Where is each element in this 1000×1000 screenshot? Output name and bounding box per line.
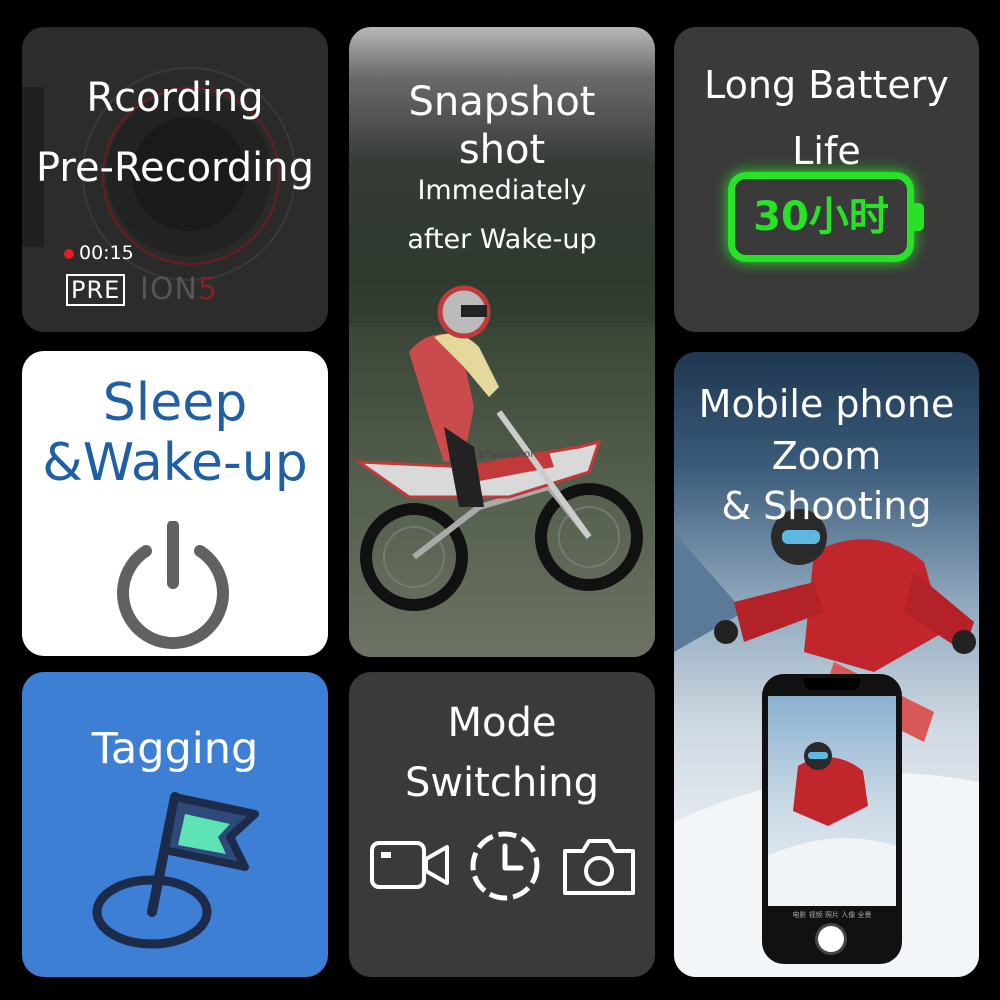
flag-pin-icon bbox=[92, 792, 259, 949]
recording-tile: Rcording Pre-Recording 00:15 PRE ION5 bbox=[22, 27, 328, 332]
recording-title-line2: Pre-Recording bbox=[35, 145, 315, 191]
snapshot-title-line1: Snapshot bbox=[408, 79, 596, 125]
battery-tile: Long Battery Life 30小时 bbox=[674, 27, 979, 332]
sleep-title-line2: &Wake-up bbox=[42, 433, 308, 493]
mode-title-line2: Switching bbox=[404, 760, 600, 806]
phone-preview-skier bbox=[768, 742, 896, 906]
photo-camera-icon bbox=[563, 839, 635, 895]
battery-value: 30小时 bbox=[753, 194, 889, 240]
snapshot-tile: physiopool Snapshot shot Immediately aft… bbox=[349, 27, 655, 657]
battery-tip bbox=[914, 203, 924, 231]
tagging-tile: Tagging bbox=[22, 672, 328, 977]
record-dot-icon bbox=[64, 248, 74, 259]
brand-logo: ION5 bbox=[140, 272, 218, 307]
pre-label: PRE bbox=[66, 274, 126, 306]
brand-number: 5 bbox=[197, 272, 218, 307]
battery-title-line2: Life bbox=[792, 129, 861, 173]
mobile-title-line3: & Shooting bbox=[721, 484, 932, 528]
mode-switching-tile: Mode Switching bbox=[349, 672, 655, 977]
recording-title-line1: Rcording bbox=[86, 75, 264, 121]
video-camera-icon bbox=[370, 841, 449, 889]
phone-screen bbox=[768, 696, 896, 906]
timer-text: 00:15 bbox=[79, 242, 134, 264]
recording-timer: 00:15 bbox=[64, 242, 134, 264]
phone-notch bbox=[804, 678, 860, 690]
mode-title-line1: Mode bbox=[447, 700, 557, 746]
timelapse-icon bbox=[470, 831, 540, 901]
tagging-title: Tagging bbox=[91, 724, 259, 774]
camera-mode-bar[interactable]: 电影 视频 照片 人像 全景 bbox=[768, 908, 896, 922]
smartphone: 电影 视频 照片 人像 全景 bbox=[762, 674, 902, 964]
mobile-title-line1: Mobile phone bbox=[698, 382, 955, 426]
mobile-title-line2: Zoom bbox=[771, 434, 882, 478]
shutter-button[interactable] bbox=[818, 926, 844, 952]
snapshot-title-line2: shot bbox=[458, 127, 546, 173]
battery-title-line1: Long Battery bbox=[704, 63, 949, 107]
brand-text: ION bbox=[140, 272, 198, 307]
jersey-text: physiopool bbox=[479, 449, 533, 460]
sleep-title-line1: Sleep bbox=[102, 373, 248, 433]
mobile-phone-tile: Mobile phone Zoom & Shooting 电影 视频 照片 人像… bbox=[674, 352, 979, 977]
sleep-wake-tile: Sleep &Wake-up bbox=[22, 351, 328, 656]
power-icon bbox=[117, 521, 229, 650]
snapshot-subtitle-line1: Immediately bbox=[417, 175, 587, 206]
snapshot-subtitle-line2: after Wake-up bbox=[407, 224, 597, 255]
motocross-rider-illustration: physiopool bbox=[353, 285, 643, 611]
